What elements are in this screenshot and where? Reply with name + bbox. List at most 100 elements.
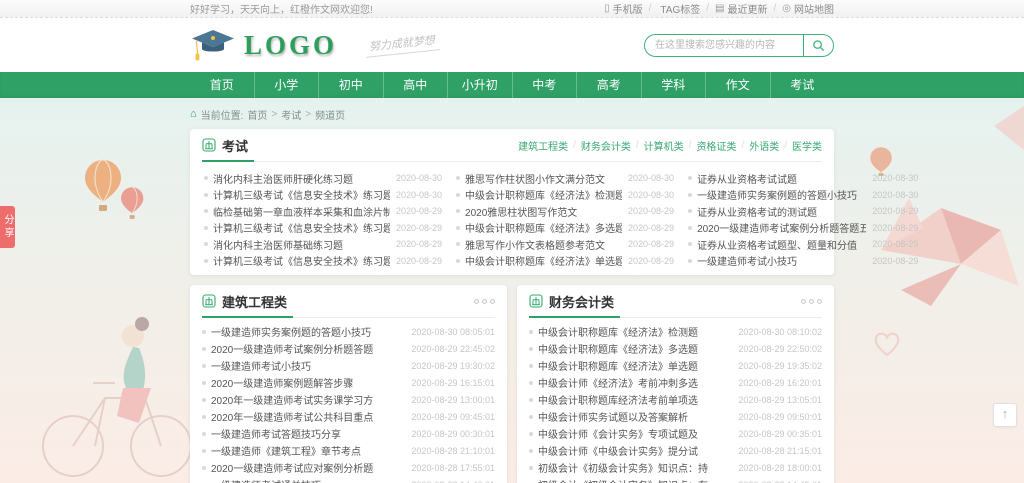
article-title[interactable]: 证券从业资格考试试题 bbox=[697, 171, 866, 186]
breadcrumb-prefix: 当前位置: bbox=[201, 107, 244, 122]
share-button[interactable]: 分享 bbox=[0, 206, 15, 248]
back-to-top-button[interactable]: ↑ bbox=[993, 403, 1017, 427]
building-icon bbox=[202, 294, 216, 308]
bullet-icon bbox=[202, 330, 206, 334]
article-title[interactable]: 一级建造师考试小技巧 bbox=[697, 253, 866, 268]
article-title[interactable]: 雅思写作柱状图小作文满分范文 bbox=[465, 171, 622, 186]
panel-more-button[interactable] bbox=[801, 299, 822, 304]
article-title[interactable]: 中级会计师《中级会计实务》提分试 bbox=[538, 443, 732, 458]
panel-more-button[interactable] bbox=[474, 299, 495, 304]
article-item: 中级会计职称题库《经济法》单选题练习 2020-08-29 bbox=[456, 253, 674, 270]
article-title[interactable]: 2020一级建造师考试案例分析题答题 bbox=[211, 341, 405, 356]
nav-item[interactable]: 小升初 bbox=[447, 72, 512, 98]
article-title[interactable]: 中级会计职称题库《经济法》检测题 bbox=[465, 187, 622, 202]
article-title[interactable]: 2020年一级建造师考试公共科目重点 bbox=[211, 409, 405, 424]
article-title[interactable]: 一级建造师考试答题技巧分享 bbox=[211, 426, 405, 441]
exam-panel-title: 考试 bbox=[222, 136, 248, 155]
topbar-link[interactable]: TAG标签 bbox=[657, 1, 700, 16]
page: { "colors": { "brand_green": "#2fa166", … bbox=[0, 0, 1024, 483]
article-title[interactable]: 一级建造师实务案例题的答题小技巧 bbox=[211, 324, 405, 339]
article-item: 雅思写作小作文表格题参考范文 2020-08-29 bbox=[456, 236, 674, 253]
article-date: 2020-08-30 bbox=[872, 173, 918, 183]
article-title[interactable]: 中级会计职称题库《经济法》单选题 bbox=[538, 358, 732, 373]
article-time: 2020-08-29 22:45:02 bbox=[411, 344, 495, 354]
article-time: 2020-08-29 09:50:01 bbox=[738, 412, 822, 422]
article-time: 2020-08-28 17:55:01 bbox=[411, 463, 495, 473]
category-link[interactable]: 医学类 bbox=[792, 138, 822, 153]
article-title[interactable]: 消化内科主治医师基础练习题 bbox=[213, 237, 390, 252]
nav-item[interactable]: 小学 bbox=[254, 72, 319, 98]
topbar-link[interactable]: ▤ 最近更新 bbox=[715, 1, 767, 16]
article-title[interactable]: 2020年一级建造师考试实务课学习方 bbox=[211, 392, 405, 407]
article-title[interactable]: 计算机三级考试《信息安全技术》练习题与答 bbox=[213, 220, 390, 235]
article-title[interactable]: 中级会计师《会计实务》专项试题及 bbox=[538, 426, 732, 441]
topbar-link-label: 最近更新 bbox=[727, 1, 767, 16]
nav-item[interactable]: 考试 bbox=[770, 72, 835, 98]
nav-item[interactable]: 作文 bbox=[705, 72, 770, 98]
separator: > bbox=[305, 109, 311, 120]
article-title[interactable]: 中级会计职称题库《经济法》多选题练习 bbox=[465, 220, 622, 235]
article-date: 2020-08-29 bbox=[872, 206, 918, 216]
article-title[interactable]: 中级会计职称题库经济法考前单项选 bbox=[538, 392, 732, 407]
nav-item[interactable]: 中考 bbox=[512, 72, 577, 98]
bullet-icon bbox=[202, 347, 206, 351]
nav-item[interactable]: 高中 bbox=[383, 72, 448, 98]
graduation-cap-icon bbox=[190, 27, 236, 63]
article-title[interactable]: 中级会计职称题库《经济法》单选题练习 bbox=[465, 253, 622, 268]
article-title[interactable]: 计算机三级考试《信息安全技术》练习题及答 bbox=[213, 187, 390, 202]
topbar-link[interactable]: ▯ 手机版 bbox=[604, 1, 643, 16]
article-date: 2020-08-30 bbox=[628, 173, 674, 183]
article-time: 2020-08-29 13:05:01 bbox=[738, 395, 822, 405]
nav-item[interactable]: 首页 bbox=[190, 72, 254, 98]
article-title[interactable]: 初级会计《初级会计实务》知识点：存 bbox=[538, 477, 732, 483]
article-title[interactable]: 证券从业资格考试的测试题 bbox=[697, 204, 866, 219]
category-link[interactable]: 资格证类 bbox=[696, 138, 736, 153]
category-link[interactable]: 外语类 bbox=[749, 138, 779, 153]
article-title[interactable]: 一级建造师考试通关技巧 bbox=[211, 477, 405, 483]
article-item: 雅思写作柱状图小作文满分范文 2020-08-30 bbox=[456, 170, 674, 187]
category-link[interactable]: 计算机类 bbox=[644, 138, 684, 153]
article-title[interactable]: 证券从业资格考试题型、题量和分值 bbox=[697, 237, 866, 252]
category-link[interactable]: 建筑工程类 bbox=[518, 138, 568, 153]
bullet-icon bbox=[529, 398, 533, 402]
article-title[interactable]: 2020雅思柱状图写作范文 bbox=[465, 204, 622, 219]
breadcrumb-item[interactable]: 考试 bbox=[281, 107, 301, 122]
article-title[interactable]: 中级会计师实务试题以及答案解析 bbox=[538, 409, 732, 424]
search-input[interactable] bbox=[645, 35, 803, 56]
bullet-icon bbox=[529, 381, 533, 385]
topbar-link[interactable]: ◎ 网站地图 bbox=[782, 1, 834, 16]
logo-link[interactable]: LOGO bbox=[190, 27, 337, 63]
bullet-icon bbox=[529, 364, 533, 368]
article-time: 2020-08-28 18:00:01 bbox=[738, 463, 822, 473]
article-title[interactable]: 中级会计职称题库《经济法》检测题 bbox=[538, 324, 732, 339]
article-item: 一级建造师考试通关技巧 2020-08-28 14:40:01 bbox=[202, 476, 495, 483]
home-icon: ⌂ bbox=[190, 109, 197, 120]
article-title[interactable]: 2020一级建造师考试应对案例分析题 bbox=[211, 460, 405, 475]
nav-item[interactable]: 初中 bbox=[318, 72, 383, 98]
article-title[interactable]: 中级会计职称题库《经济法》多选题 bbox=[538, 341, 732, 356]
article-title[interactable]: 初级会计《初级会计实务》知识点：持 bbox=[538, 460, 732, 475]
article-title[interactable]: 2020一级建造师考试案例分析题答题五大要 bbox=[697, 220, 866, 235]
article-title[interactable]: 一级建造师考试小技巧 bbox=[211, 358, 405, 373]
article-title[interactable]: 计算机三级考试《信息安全技术》练习题含答 bbox=[213, 253, 390, 268]
article-title[interactable]: 临检基础第一章血液样本采集和血涂片制备试 bbox=[213, 204, 390, 219]
topbar-link-icon: ▯ bbox=[604, 4, 610, 14]
article-date: 2020-08-29 bbox=[396, 206, 442, 216]
article-title[interactable]: 消化内科主治医师肝硬化练习题 bbox=[213, 171, 390, 186]
article-time: 2020-08-29 16:15:01 bbox=[411, 378, 495, 388]
breadcrumb-item[interactable]: 频道页 bbox=[315, 107, 345, 122]
article-title[interactable]: 2020一级建造师案例题解答步骤 bbox=[211, 375, 405, 390]
article-title[interactable]: 一级建造师《建筑工程》章节考点 bbox=[211, 443, 405, 458]
breadcrumb-item[interactable]: 首页 bbox=[247, 107, 267, 122]
article-title[interactable]: 雅思写作小作文表格题参考范文 bbox=[465, 237, 622, 252]
bullet-icon bbox=[202, 449, 206, 453]
article-date: 2020-08-30 bbox=[872, 190, 918, 200]
article-title[interactable]: 中级会计师《经济法》考前冲刺多选 bbox=[538, 375, 732, 390]
article-date: 2020-08-29 bbox=[396, 239, 442, 249]
nav-item[interactable]: 高考 bbox=[576, 72, 641, 98]
nav-item[interactable]: 学科 bbox=[641, 72, 706, 98]
article-item: 消化内科主治医师基础练习题 2020-08-29 bbox=[204, 236, 442, 253]
article-title[interactable]: 一级建造师实务案例题的答题小技巧 bbox=[697, 187, 866, 202]
category-link[interactable]: 财务会计类 bbox=[581, 138, 631, 153]
search-button[interactable] bbox=[803, 35, 833, 56]
